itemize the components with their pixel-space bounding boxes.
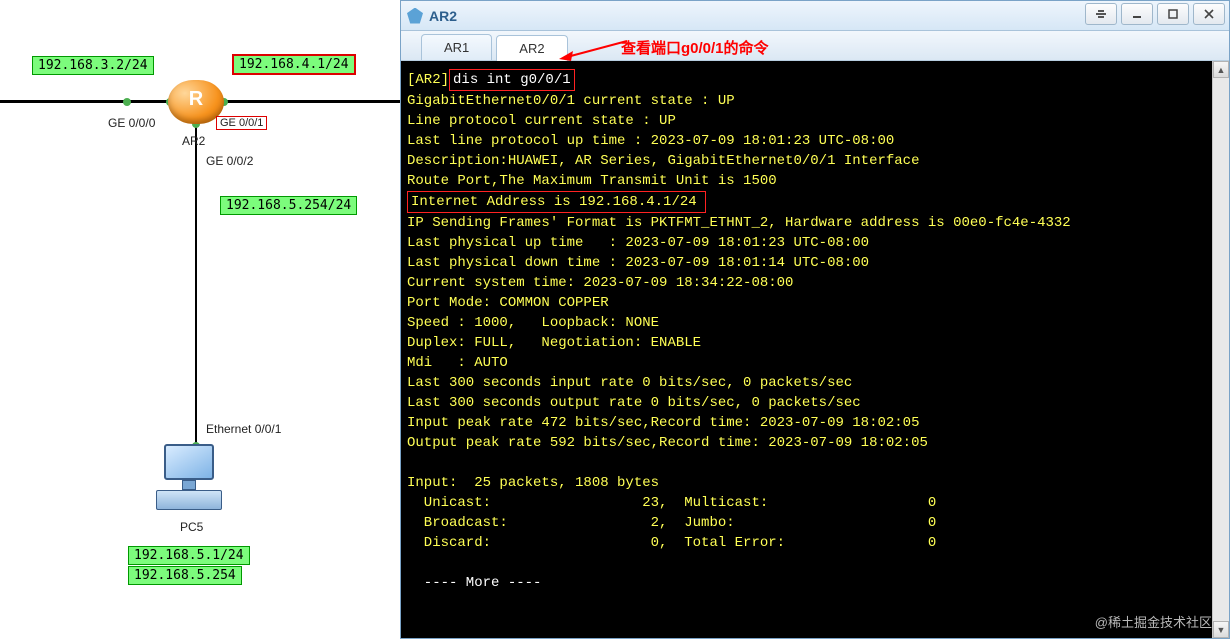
pc5-node[interactable] — [156, 444, 228, 514]
term-line: Last line protocol up time : 2023-07-09 … — [407, 133, 894, 149]
term-line: GigabitEthernet0/0/1 current state : UP — [407, 93, 735, 109]
port-label-ge001: GE 0/0/1 — [216, 116, 267, 130]
term-line: Broadcast: 2, Jumbo: 0 — [407, 515, 936, 531]
term-line: Input: 25 packets, 1808 bytes — [407, 475, 659, 491]
pc-label: PC5 — [180, 520, 203, 534]
annotation-arrow-icon — [559, 33, 629, 61]
term-line: Mdi : AUTO — [407, 355, 508, 371]
terminal-output[interactable]: [AR2]dis int g0/0/1 GigabitEthernet0/0/1… — [401, 61, 1229, 638]
port-dot — [123, 98, 131, 106]
term-line: Unicast: 23, Multicast: 0 — [407, 495, 936, 511]
term-line: IP Sending Frames' Format is PKTFMT_ETHN… — [407, 215, 1071, 231]
prompt-host: [AR2] — [407, 72, 449, 88]
watermark: @稀土掘金技术社区 — [1095, 612, 1212, 631]
close-button[interactable] — [1193, 3, 1225, 25]
term-line: Current system time: 2023-07-09 18:34:22… — [407, 275, 793, 291]
term-line: Input peak rate 472 bits/sec,Record time… — [407, 415, 919, 431]
prompt-cmd: dis int g0/0/1 — [453, 72, 571, 88]
term-more: ---- More ---- — [407, 575, 541, 591]
term-line-ip: Internet Address is 192.168.4.1/24 — [411, 194, 697, 210]
ip-label-left: 192.168.3.2/24 — [32, 56, 154, 75]
pc-monitor-icon — [164, 444, 214, 480]
port-label-ge000: GE 0/0/0 — [108, 116, 155, 130]
term-line: Route Port,The Maximum Transmit Unit is … — [407, 173, 777, 189]
topology-panel: 192.168.3.2/24 192.168.4.1/24 192.168.5.… — [0, 0, 400, 639]
router-label: AR2 — [182, 134, 205, 148]
term-line: Description:HUAWEI, AR Series, GigabitEt… — [407, 153, 919, 169]
scroll-down-button[interactable]: ▼ — [1213, 621, 1229, 638]
tab-strip: AR1 AR2 查看端口g0/0/1的命令 — [401, 31, 1229, 61]
tab-ar2[interactable]: AR2 — [496, 35, 567, 61]
window-controls — [1085, 1, 1229, 30]
terminal-window: AR2 AR1 AR2 查看端口g0/0/1的命令 [AR2]dis int g… — [400, 0, 1230, 639]
annotation-text: 查看端口g0/0/1的命令 — [621, 37, 769, 58]
term-line: Port Mode: COMMON COPPER — [407, 295, 609, 311]
vertical-scrollbar[interactable]: ▲ ▼ — [1212, 61, 1229, 638]
term-line: Line protocol current state : UP — [407, 113, 676, 129]
maximize-button[interactable] — [1157, 3, 1189, 25]
pc-box-icon — [156, 490, 222, 510]
term-line: Last physical down time : 2023-07-09 18:… — [407, 255, 869, 271]
ip-label-right: 192.168.4.1/24 — [232, 54, 356, 75]
pc-stand-icon — [182, 480, 196, 490]
ip-label-bottom: 192.168.5.254/24 — [220, 196, 357, 215]
term-line: Speed : 1000, Loopback: NONE — [407, 315, 659, 331]
option-button[interactable] — [1085, 3, 1117, 25]
pc-port-label: Ethernet 0/0/1 — [206, 422, 281, 436]
term-line: Last 300 seconds output rate 0 bits/sec,… — [407, 395, 861, 411]
term-line: Discard: 0, Total Error: 0 — [407, 535, 936, 551]
link-vertical — [195, 120, 197, 450]
pc-ip2: 192.168.5.254 — [128, 566, 242, 585]
term-line: Output peak rate 592 bits/sec,Record tim… — [407, 435, 928, 451]
titlebar[interactable]: AR2 — [401, 1, 1229, 31]
scroll-up-button[interactable]: ▲ — [1213, 61, 1229, 78]
pc-ip1: 192.168.5.1/24 — [128, 546, 250, 565]
term-line: Duplex: FULL, Negotiation: ENABLE — [407, 335, 701, 351]
app-icon — [407, 8, 423, 24]
tab-ar1[interactable]: AR1 — [421, 34, 492, 60]
window-title: AR2 — [429, 8, 457, 24]
minimize-button[interactable] — [1121, 3, 1153, 25]
term-line: Last physical up time : 2023-07-09 18:01… — [407, 235, 869, 251]
term-line: Last 300 seconds input rate 0 bits/sec, … — [407, 375, 852, 391]
port-label-ge002: GE 0/0/2 — [206, 154, 253, 168]
